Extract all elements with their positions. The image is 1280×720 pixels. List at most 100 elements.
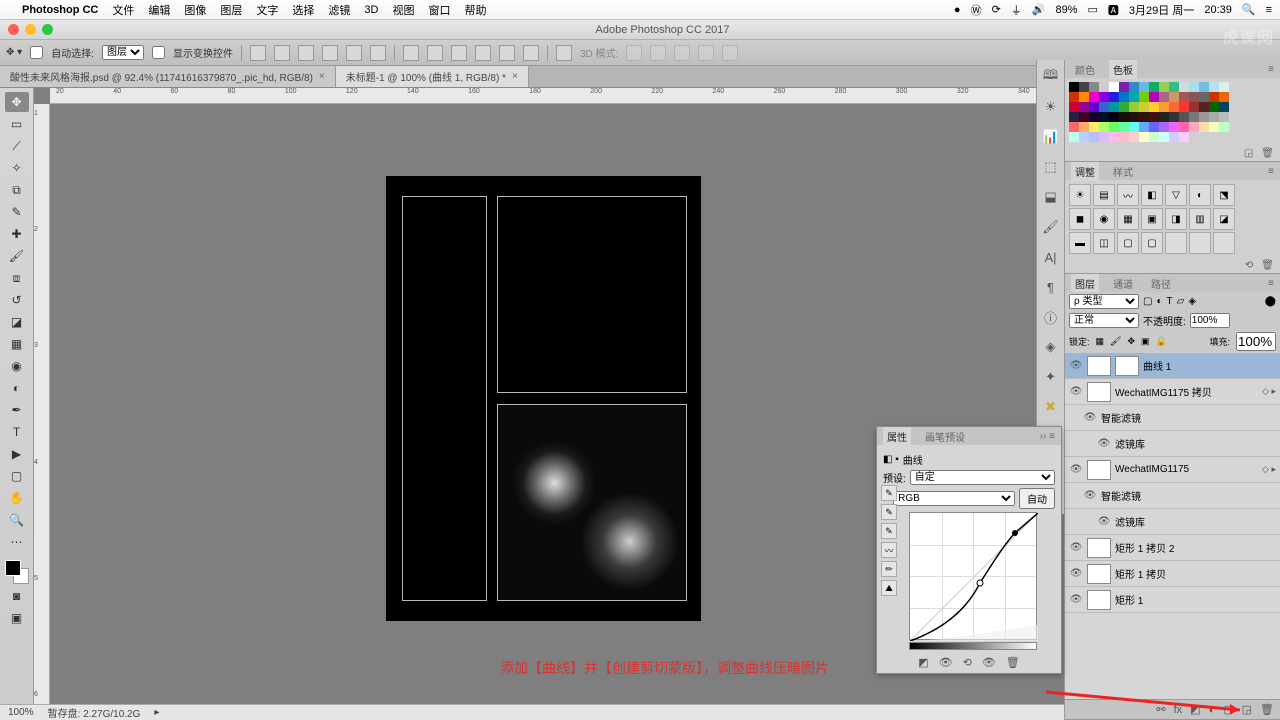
layer-row[interactable]: 👁矩形 1 拷贝	[1065, 561, 1280, 587]
swatch[interactable]	[1169, 122, 1179, 132]
align-left-icon[interactable]	[322, 45, 338, 61]
swatch[interactable]	[1149, 112, 1159, 122]
swatch[interactable]	[1069, 132, 1079, 142]
layer-name[interactable]: 智能滤镜	[1101, 488, 1276, 503]
adj-brightness-icon[interactable]: ☀	[1069, 184, 1091, 206]
tab-channels[interactable]: 通道	[1109, 274, 1137, 293]
quickmask-tool[interactable]: ◙	[5, 586, 29, 606]
edit-points-icon[interactable]: 〰	[881, 542, 897, 558]
menu-help[interactable]: 帮助	[464, 2, 486, 18]
adj-levels-icon[interactable]: ▤	[1093, 184, 1115, 206]
zoom-tool[interactable]: 🔍	[5, 510, 29, 530]
menu-3d[interactable]: 3D	[364, 4, 378, 16]
swatches-grid[interactable]	[1065, 78, 1280, 146]
swatch[interactable]	[1089, 102, 1099, 112]
swatch[interactable]	[1089, 112, 1099, 122]
adj-colorbalance-icon[interactable]: ⬔	[1213, 184, 1235, 206]
new-swatch-icon[interactable]: ◲	[1244, 148, 1253, 159]
menu-edit[interactable]: 编辑	[148, 2, 170, 18]
layer-row[interactable]: 👁智能滤镜	[1065, 483, 1280, 509]
clone-icon[interactable]: ⬚	[1042, 158, 1060, 176]
eyedropper-white-icon[interactable]: ✎	[881, 523, 897, 539]
blur-tool[interactable]: ◉	[5, 356, 29, 376]
zoom-icon[interactable]	[42, 24, 53, 35]
swatch[interactable]	[1079, 82, 1089, 92]
swatch[interactable]	[1139, 112, 1149, 122]
dodge-tool[interactable]: ◐	[5, 378, 29, 398]
swatch[interactable]	[1089, 132, 1099, 142]
swatch[interactable]	[1089, 82, 1099, 92]
navigator-icon[interactable]: ✦	[1042, 368, 1060, 386]
layer-name[interactable]: 曲线 1	[1143, 358, 1276, 373]
doc-tab-1[interactable]: 未标题-1 @ 100% (曲线 1, RGB/8) *×	[336, 66, 529, 87]
layer-row[interactable]: 👁曲线 1	[1065, 353, 1280, 379]
swatch[interactable]	[1149, 82, 1159, 92]
swatch[interactable]	[1219, 92, 1229, 102]
swatch[interactable]	[1149, 92, 1159, 102]
align-bottom-icon[interactable]	[298, 45, 314, 61]
menu-filter[interactable]: 滤镜	[328, 2, 350, 18]
dist-left-icon[interactable]	[475, 45, 491, 61]
swatch[interactable]	[1069, 92, 1079, 102]
panel-menu-icon[interactable]: ≡	[1268, 278, 1274, 289]
swatch[interactable]	[1209, 82, 1219, 92]
visibility-icon[interactable]: 👁	[1069, 568, 1083, 579]
histogram-icon[interactable]: 📊	[1042, 128, 1060, 146]
dist-hmid-icon[interactable]	[499, 45, 515, 61]
layer-name[interactable]: 矩形 1	[1115, 592, 1276, 607]
properties-panel[interactable]: 属性 画笔预设 ›› ≡ ◧ ▪ 曲线 预设:自定 ☟RGB自动 ✎ ✎ ✎ 〰…	[876, 426, 1062, 674]
adj-posterize-icon[interactable]: ▥	[1189, 208, 1211, 230]
swatch[interactable]	[1159, 92, 1169, 102]
swatch[interactable]	[1219, 102, 1229, 112]
type-tool[interactable]: T	[5, 422, 29, 442]
swatch[interactable]	[1169, 102, 1179, 112]
eyedropper-tool[interactable]: ✎	[5, 202, 29, 222]
swatch[interactable]	[1099, 102, 1109, 112]
layer-mask[interactable]	[1115, 356, 1139, 376]
menu-select[interactable]: 选择	[292, 2, 314, 18]
swatch[interactable]	[1159, 102, 1169, 112]
hand-tool[interactable]: ✋	[5, 488, 29, 508]
auto-align-icon[interactable]	[556, 45, 572, 61]
swatch[interactable]	[1169, 132, 1179, 142]
swatch[interactable]	[1209, 102, 1219, 112]
swatch[interactable]	[1189, 122, 1199, 132]
menu-view[interactable]: 视图	[392, 2, 414, 18]
menu-image[interactable]: 图像	[184, 2, 206, 18]
swatch[interactable]	[1139, 102, 1149, 112]
tab-close-icon[interactable]: ×	[512, 71, 518, 82]
dist-vmid-icon[interactable]	[427, 45, 443, 61]
channel-dropdown[interactable]: RGB	[893, 491, 1015, 506]
traffic-lights[interactable]	[8, 24, 53, 35]
panel-menu-icon[interactable]: ≡	[1268, 64, 1274, 75]
swatch[interactable]	[1099, 92, 1109, 102]
layer-row[interactable]: 👁WechatIMG1175 拷贝◇ ▸	[1065, 379, 1280, 405]
screenmode-tool[interactable]: ▣	[5, 608, 29, 628]
stamp-tool[interactable]: ⧈	[5, 268, 29, 288]
adj-gradient-map-icon[interactable]: ▬	[1069, 232, 1091, 254]
swatch[interactable]	[1179, 102, 1189, 112]
layer-name[interactable]: 滤镜库	[1115, 436, 1276, 451]
swatch[interactable]	[1199, 82, 1209, 92]
curve-editor[interactable]	[909, 512, 1037, 640]
swatch[interactable]	[1149, 122, 1159, 132]
doc-tab-0[interactable]: 酸性未来风格海报.psd @ 92.4% (11741616379870_.pi…	[0, 66, 336, 87]
swatch[interactable]	[1199, 122, 1209, 132]
swatch[interactable]	[1149, 132, 1159, 142]
swatch[interactable]	[1099, 122, 1109, 132]
tab-styles[interactable]: 样式	[1109, 162, 1137, 181]
layer-row[interactable]: 👁滤镜库	[1065, 431, 1280, 457]
swatch[interactable]	[1079, 132, 1089, 142]
view-prev-icon[interactable]: 👁	[939, 656, 953, 669]
character-icon[interactable]: A|	[1042, 248, 1060, 266]
lasso-tool[interactable]: ⟋	[5, 136, 29, 156]
layer-row[interactable]: 👁矩形 1 拷贝 2	[1065, 535, 1280, 561]
adj-exposure-icon[interactable]: ◧	[1141, 184, 1163, 206]
swatch[interactable]	[1179, 122, 1189, 132]
swatch[interactable]	[1169, 112, 1179, 122]
swatch[interactable]	[1069, 82, 1079, 92]
tab-brush-preset[interactable]: 画笔预设	[921, 427, 969, 446]
adj-trash-icon[interactable]: 🗑	[1261, 260, 1274, 271]
layer-thumb[interactable]	[1087, 564, 1111, 584]
auto-select-checkbox[interactable]	[30, 46, 43, 59]
